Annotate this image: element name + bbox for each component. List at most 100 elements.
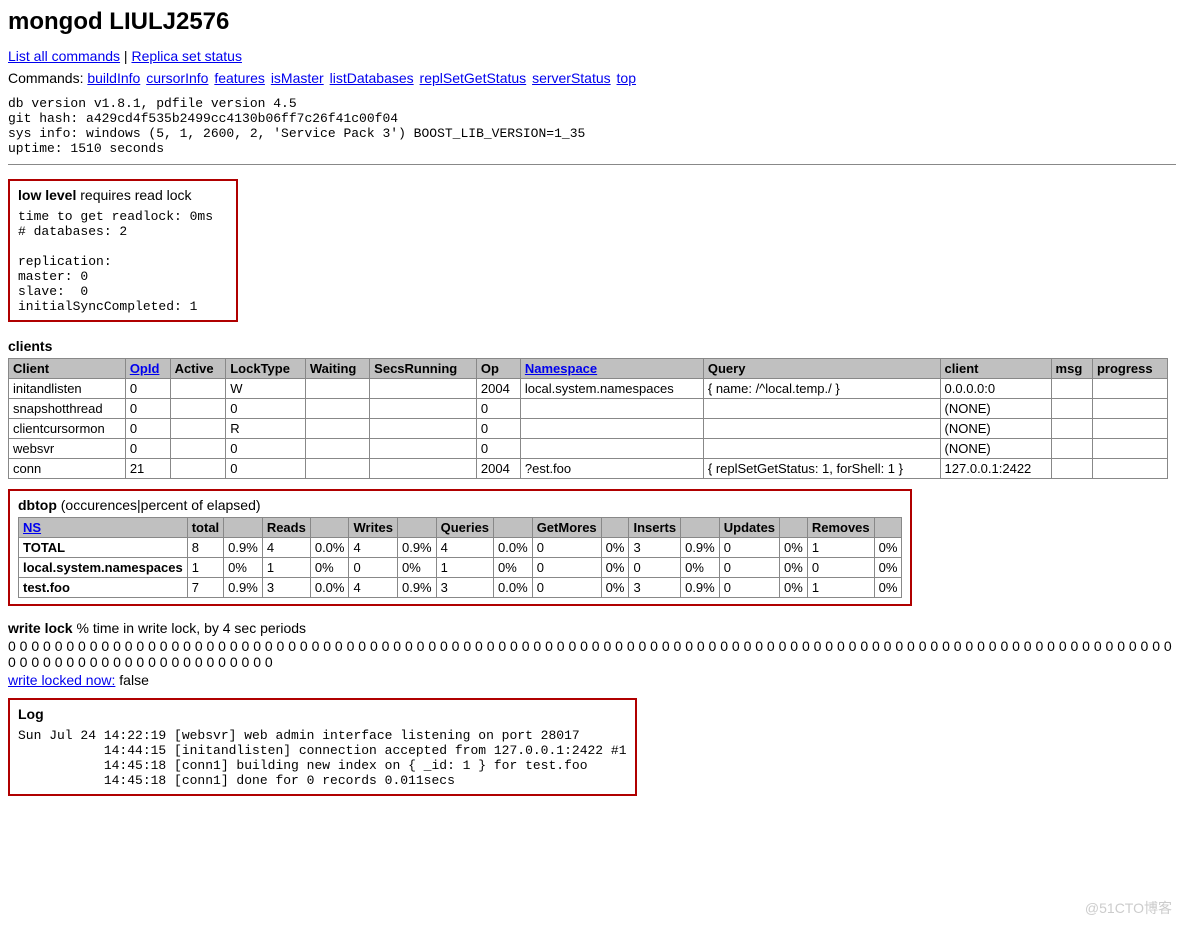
dbtop-title-bold: dbtop [18,497,57,513]
table-row: local.system.namespaces10%10%00%10%00%00… [19,558,902,578]
col-header-link[interactable]: NS [23,520,41,535]
watermark: @51CTO博客 [1085,898,1172,918]
write-locked-now-value: false [115,672,148,688]
command-link-serverStatus[interactable]: serverStatus [532,70,611,86]
col-header [310,518,349,538]
table-cell: 0 [719,538,779,558]
command-link-features[interactable]: features [214,70,265,86]
table-cell: 0 [532,538,601,558]
col-header: total [187,518,223,538]
col-header [681,518,720,538]
command-link-cursorInfo[interactable]: cursorInfo [146,70,208,86]
writelock-now: write locked now: false [8,672,1176,688]
command-separator [266,70,270,86]
table-cell: conn [9,459,126,479]
table-cell [170,459,226,479]
table-cell [520,399,703,419]
divider [8,164,1176,165]
list-all-commands-link[interactable]: List all commands [8,48,120,64]
clients-table: ClientOpIdActiveLockTypeWaitingSecsRunni… [8,358,1168,479]
col-header [601,518,629,538]
log-body: Sun Jul 24 14:22:19 [websvr] web admin i… [18,728,627,788]
col-header[interactable]: Namespace [520,359,703,379]
command-link-listDatabases[interactable]: listDatabases [330,70,414,86]
top-nav: List all commands | Replica set status [8,48,1176,64]
table-cell: (NONE) [940,399,1051,419]
table-cell: 0 [629,558,681,578]
table-cell: 0% [601,578,629,598]
table-cell [1092,459,1167,479]
col-header: Op [476,359,520,379]
page-title: mongod LIULJ2576 [8,8,1176,36]
replica-set-status-link[interactable]: Replica set status [131,48,242,64]
table-cell: 1 [262,558,310,578]
table-cell: 0.0.0.0:0 [940,379,1051,399]
table-cell [703,399,940,419]
dbtop-title-rest: (occurences|percent of elapsed) [57,497,261,513]
table-cell [170,419,226,439]
col-header: Writes [349,518,398,538]
commands-label: Commands: [8,70,87,86]
table-cell: 0.9% [681,578,720,598]
writelock-zeros: 0 0 0 0 0 0 0 0 0 0 0 0 0 0 0 0 0 0 0 0 … [8,638,1176,670]
command-separator [527,70,531,86]
table-cell: 0 [476,439,520,459]
table-cell: 0% [780,558,808,578]
log-box: Log Sun Jul 24 14:22:19 [websvr] web adm… [8,698,637,796]
col-header[interactable]: NS [19,518,188,538]
table-cell: test.foo [19,578,188,598]
table-cell: 0% [780,538,808,558]
table-cell [1051,419,1092,439]
table-cell [520,419,703,439]
table-cell: 0% [494,558,533,578]
col-header: Active [170,359,226,379]
table-cell [703,419,940,439]
table-row: TOTAL80.9%40.0%40.9%40.0%00%30.9%00%10% [19,538,902,558]
table-cell: 0% [601,538,629,558]
table-cell [370,379,477,399]
command-link-top[interactable]: top [617,70,636,86]
table-cell: 0 [226,439,306,459]
command-separator [612,70,616,86]
table-cell: 0% [874,578,902,598]
table-cell: 2004 [476,379,520,399]
writelock-title: write lock % time in write lock, by 4 se… [8,620,1176,636]
table-cell [305,459,369,479]
col-header: Removes [807,518,874,538]
command-separator [325,70,329,86]
dbtop-title: dbtop (occurences|percent of elapsed) [18,497,902,513]
table-cell [370,419,477,439]
command-link-replSetGetStatus[interactable]: replSetGetStatus [420,70,527,86]
col-header [224,518,263,538]
table-cell: 0% [874,538,902,558]
col-header: Updates [719,518,779,538]
table-cell: 3 [262,578,310,598]
table-cell: 0% [601,558,629,578]
col-header [874,518,902,538]
col-header: msg [1051,359,1092,379]
table-cell: 0.9% [681,538,720,558]
table-cell [370,459,477,479]
table-cell: 7 [187,578,223,598]
table-cell [305,419,369,439]
table-cell [370,399,477,419]
col-header[interactable]: OpId [125,359,170,379]
command-link-buildInfo[interactable]: buildInfo [87,70,140,86]
table-cell: 0.9% [397,538,436,558]
col-header-link[interactable]: Namespace [525,361,597,376]
write-locked-now-link[interactable]: write locked now: [8,672,115,688]
lowlevel-box: low level requires read lock time to get… [8,179,238,322]
table-cell: 21 [125,459,170,479]
table-cell: 0 [125,439,170,459]
table-cell: { replSetGetStatus: 1, forShell: 1 } [703,459,940,479]
col-header: Inserts [629,518,681,538]
table-cell: W [226,379,306,399]
col-header-link[interactable]: OpId [130,361,160,376]
col-header: Queries [436,518,493,538]
table-cell: 1 [187,558,223,578]
table-cell: initandlisten [9,379,126,399]
table-cell: 0 [532,558,601,578]
table-cell: (NONE) [940,419,1051,439]
table-cell: R [226,419,306,439]
command-link-isMaster[interactable]: isMaster [271,70,324,86]
